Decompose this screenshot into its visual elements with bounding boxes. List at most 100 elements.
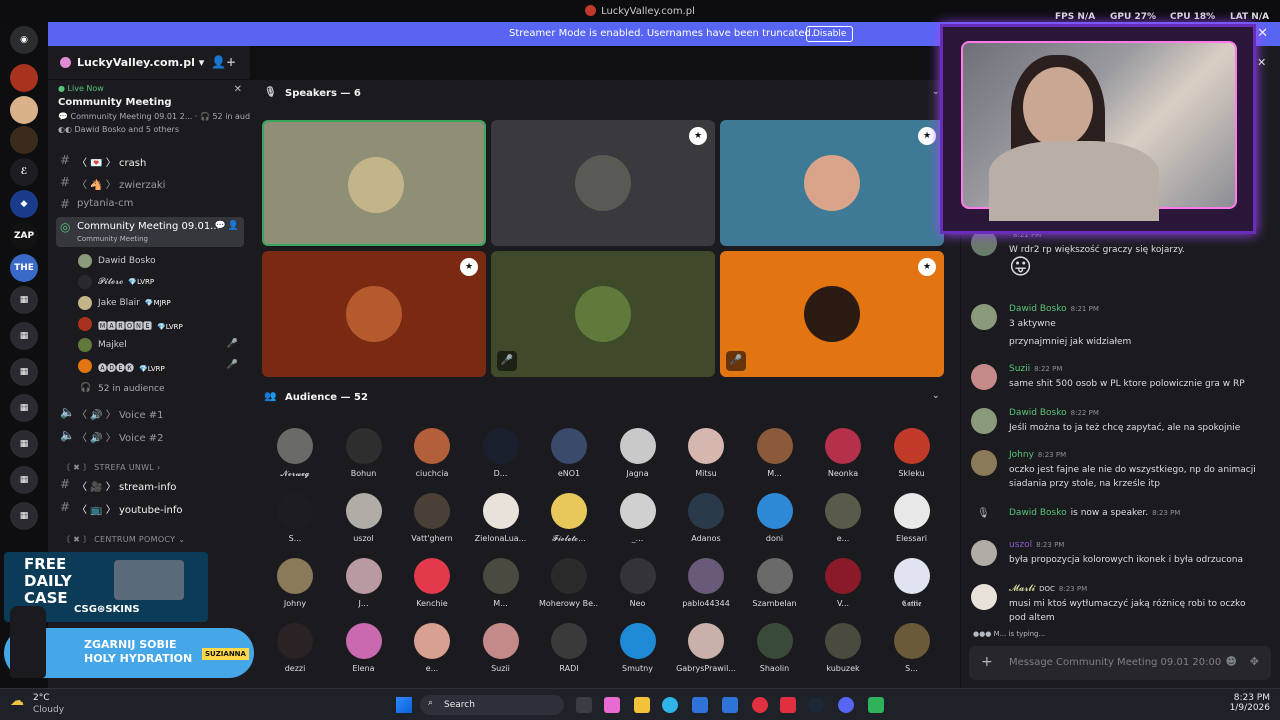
channel-crash[interactable]: # 〈 💌 〉 crash (56, 150, 244, 171)
audience-member[interactable]: Mitsu (676, 428, 736, 478)
audience-member[interactable]: dezzi (265, 623, 325, 673)
audience-member[interactable]: Moherowy Be... (539, 558, 599, 608)
message-author[interactable]: Suzii (1009, 364, 1030, 374)
message-author[interactable]: uszol (1009, 540, 1032, 550)
audience-member[interactable]: Johny (265, 558, 325, 608)
audience-member[interactable]: uszol (334, 493, 394, 543)
audience-member[interactable]: S... (265, 493, 325, 543)
weather-icon[interactable]: ☁ (10, 693, 24, 709)
stage-member[interactable]: 𝓟𝓲𝓽𝓮𝓻𝓸 💎LVRP (76, 272, 244, 292)
audience-member[interactable]: ciuchcia (402, 428, 462, 478)
stage-member[interactable]: Jake Blair 💎MJRP (76, 293, 244, 313)
message-author[interactable]: Dawid Bosko (1009, 304, 1067, 314)
audience-member[interactable]: eNO1 (539, 428, 599, 478)
audience-member[interactable]: Smutny (608, 623, 668, 673)
server-icon[interactable]: ℰ (10, 158, 38, 186)
avatar[interactable] (971, 540, 997, 566)
audience-member[interactable]: Elena (334, 623, 394, 673)
live-now-card[interactable]: ● Live Now ✕ Community Meeting 💬 Communi… (58, 84, 272, 134)
task-view-icon[interactable] (576, 697, 592, 713)
audience-member[interactable]: Jagna (608, 428, 668, 478)
audience-member[interactable]: M... (745, 428, 805, 478)
message-author[interactable]: 𝓜𝓪𝓻𝓵𝓲 (1009, 584, 1035, 594)
copilot-icon[interactable] (604, 697, 620, 713)
stage-channel-active[interactable]: ◎ Community Meeting 09.01... Community M… (56, 217, 244, 247)
audience-member[interactable]: J... (334, 558, 394, 608)
audience-member[interactable]: Vatt'ghern (402, 493, 462, 543)
add-attachment-icon[interactable]: + (981, 654, 993, 670)
audience-member[interactable]: Suzii (471, 623, 531, 673)
audience-member[interactable]: Szambelan (745, 558, 805, 608)
server-folder-icon[interactable]: ▦ (10, 286, 38, 314)
ad-overlay[interactable]: FREE DAILY CASE CSG⊛SKINS ZGARNIJ SOBIE HOL… (0, 552, 258, 678)
chat-bubble-icon[interactable]: 💬 (215, 221, 226, 231)
speaker-tile[interactable]: ★ (491, 120, 715, 246)
speaker-tile[interactable]: ★ (720, 120, 944, 246)
channel-stream-info[interactable]: # 〈 🎥 〉 stream-info (56, 474, 244, 495)
audience-member[interactable]: ZielonaLua... (471, 493, 531, 543)
stage-member[interactable]: 🅼🅰🆁🅾🅽🅴 💎LVRP (76, 314, 244, 334)
speakers-header[interactable]: 🎙 Speakers — 6 ⌄ (250, 80, 950, 108)
server-icon[interactable]: THE (10, 254, 38, 282)
avatar[interactable] (971, 584, 997, 610)
app-icon[interactable] (868, 697, 884, 713)
windows-start-icon[interactable] (396, 697, 412, 713)
stage-member[interactable]: Dawid Bosko (76, 251, 244, 271)
server-icon[interactable] (10, 126, 38, 154)
message-composer[interactable]: + Message Community Meeting 09.01 20:00 … (969, 646, 1271, 680)
discord-icon[interactable] (838, 697, 854, 713)
audience-member[interactable]: doni (745, 493, 805, 543)
audience-member[interactable]: Skleku (882, 428, 942, 478)
audience-member[interactable]: S... (882, 623, 942, 673)
category-strefa[interactable]: 〔 ✖ 〕 STREFA UNWL › (62, 462, 160, 473)
outlook-icon[interactable] (722, 697, 738, 713)
close-icon[interactable]: ✕ (1257, 26, 1268, 41)
stage-member[interactable]: Majkel 🎤 (76, 335, 244, 355)
voice-channel-2[interactable]: 🔈 〈 🔊 〉 Voice #2 (56, 425, 244, 446)
voice-channel-1[interactable]: 🔈 〈 🔊 〉 Voice #1 (56, 402, 244, 423)
invite-people-icon[interactable]: 👤+ (211, 55, 236, 69)
audience-member[interactable]: 𝓕𝓲𝓸𝓵𝓮𝓽𝓸... (539, 493, 599, 544)
avatar[interactable] (971, 304, 997, 330)
audience-member[interactable]: GabrysPrawil... (676, 623, 736, 673)
audience-member[interactable]: _... (608, 493, 668, 543)
disable-streamer-mode-button[interactable]: Disable (806, 26, 854, 42)
server-icon[interactable]: ZAP (10, 222, 38, 250)
file-explorer-icon[interactable] (634, 697, 650, 713)
server-folder-icon[interactable]: ▦ (10, 430, 38, 458)
server-folder-icon[interactable]: ▦ (10, 322, 38, 350)
steam-icon[interactable] (808, 697, 824, 713)
audience-member[interactable]: Shaolin (745, 623, 805, 673)
speaker-tile[interactable]: ★ (262, 251, 486, 377)
emoji-icon[interactable]: ☻ (1226, 655, 1237, 668)
app-icon[interactable] (780, 697, 796, 713)
clock[interactable]: 8:23 PM 1/9/2026 (1224, 693, 1270, 713)
close-live-card-icon[interactable]: ✕ (234, 84, 242, 95)
close-chat-icon[interactable]: ✕ (1257, 56, 1266, 69)
server-icon-luckyvalley[interactable] (10, 64, 38, 92)
apps-icon[interactable]: ✥ (1250, 655, 1259, 668)
speaker-tile[interactable] (262, 120, 486, 246)
audience-member[interactable]: Bohun (334, 428, 394, 478)
message-author[interactable]: Dawid Bosko (1009, 508, 1067, 518)
audience-header[interactable]: 👥 Audience — 52 ⌄ (250, 384, 950, 412)
audience-member[interactable]: M... (471, 558, 531, 608)
message-author[interactable]: Johny (1009, 450, 1034, 460)
category-centrum[interactable]: 〔 ✖ 〕 CENTRUM POMOCY ⌄ (62, 534, 185, 545)
edge-icon[interactable] (662, 697, 678, 713)
audience-member[interactable]: 𝕮𝖆𝖙𝖙𝖎𝖊 (882, 558, 942, 609)
audience-member[interactable]: e... (813, 493, 873, 543)
avatar[interactable] (971, 364, 997, 390)
server-folder-icon[interactable]: ▦ (10, 394, 38, 422)
speaker-tile[interactable]: 🎤 (491, 251, 715, 377)
audience-member[interactable]: Neonka (813, 428, 873, 478)
opera-icon[interactable] (752, 697, 768, 713)
stage-member[interactable]: 🅐🅓🅔🅚 💎LVRP 🎤 (76, 356, 244, 376)
audience-member[interactable]: Adanos (676, 493, 736, 543)
audience-member[interactable]: kubuzek (813, 623, 873, 673)
audience-member[interactable]: pablo44344 (676, 558, 736, 608)
add-member-icon[interactable]: 👤 (228, 221, 239, 231)
audience-member[interactable]: RADI (539, 623, 599, 673)
avatar[interactable] (971, 408, 997, 434)
server-folder-icon[interactable]: ▦ (10, 502, 38, 530)
